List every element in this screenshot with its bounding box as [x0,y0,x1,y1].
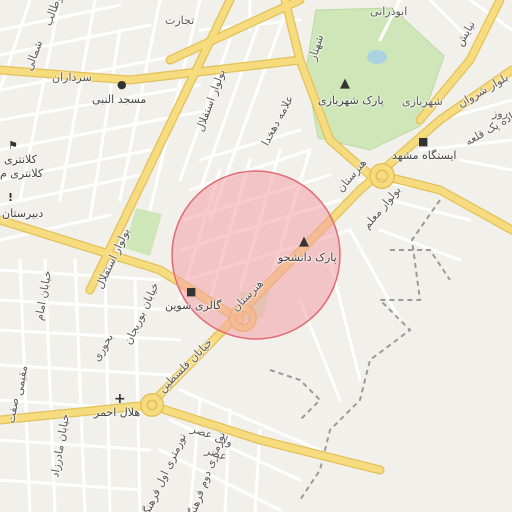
label-park-daneshju: پارک دانشجو [278,251,337,264]
label-sardaran: سرداران [52,71,92,84]
police-icon: ⚑ [8,139,18,152]
label-kalantari-m: کلانتری م [0,167,44,180]
tree-icon: ▲ [299,234,309,249]
label-kalantari: کلانتری [4,153,37,166]
label-masjed-nabi: مسجد النبی [92,93,147,106]
tree-icon: ▲ [340,76,350,91]
label-istgah-mashhad: ایستگاه مشهد [392,149,457,162]
label-galeri-savin: گالری سوین [165,299,222,312]
label-park-shahr-bazi: پارک شهربازی [318,94,384,107]
mosque-icon: ● [117,78,127,91]
label-tejarat: تجارت [165,14,195,27]
map-canvas[interactable]: ▲ ▲ ● ⚑ ! ■ ■ + تجارت ابوطالب شمالی سردا… [0,0,512,512]
label-abuzar: ابوذرانی [370,5,408,18]
label-dabirestan: دبیرستان [2,207,44,220]
bus-icon: ■ [418,135,429,148]
hospital-icon: + [114,391,126,407]
label-shahr-bazi: شهربازی [402,95,443,108]
shop-icon: ■ [186,285,197,298]
school-icon: ! [8,191,14,204]
label-hilal-ahmar: هلال احمر [94,406,141,419]
